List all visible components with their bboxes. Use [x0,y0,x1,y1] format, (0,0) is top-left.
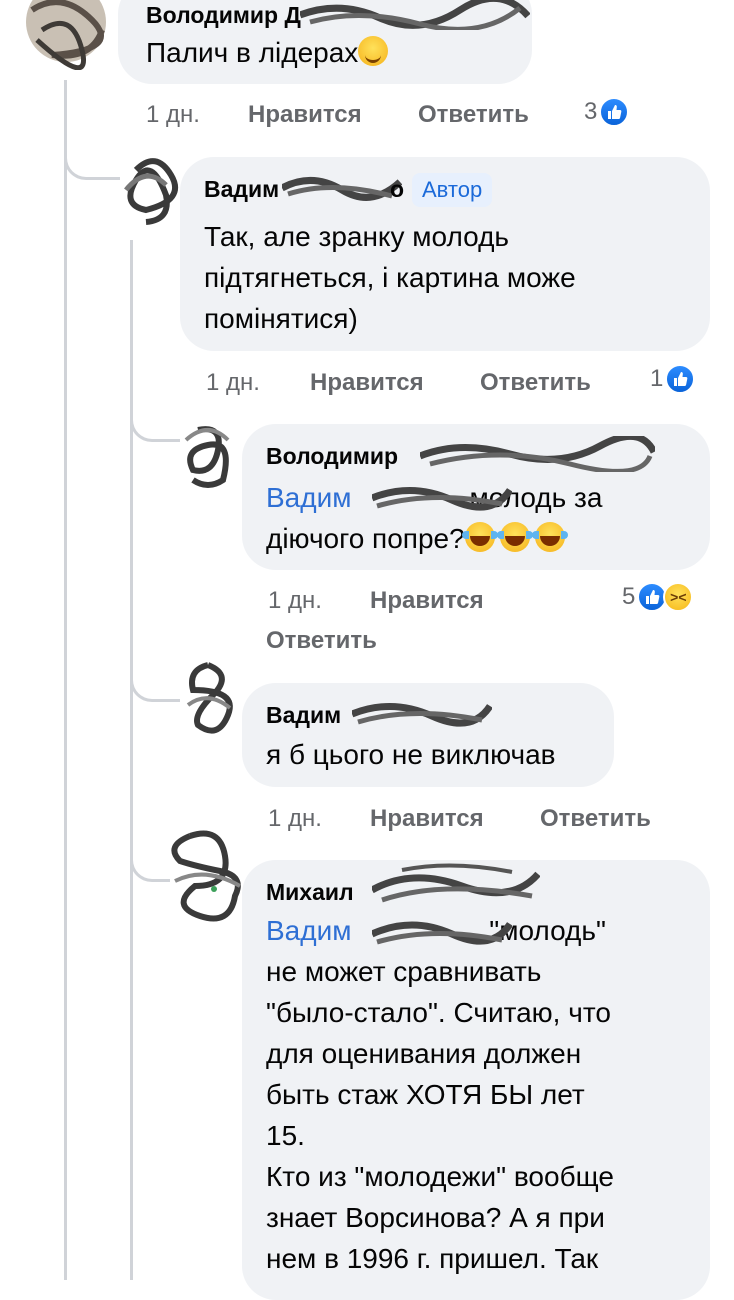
haha-reaction-icon: >< [663,582,694,612]
reaction-count: 1 [650,365,664,392]
avatar[interactable] [22,0,112,70]
comment-author[interactable]: Вадим [204,176,279,203]
like-reaction-icon [665,364,696,394]
comment-author[interactable]: Володимир [266,443,398,470]
redaction-scribble [282,176,402,201]
redaction-scribble [372,921,512,945]
reaction-count: 3 [584,98,598,125]
comment-time[interactable]: 1 дн. [146,101,200,129]
comment-author[interactable]: Михаил [266,879,354,906]
like-button[interactable]: Нравится [248,101,362,129]
author-badge: Автор [412,173,493,207]
avatar[interactable] [116,150,186,230]
reply-button[interactable]: Ответить [480,369,591,397]
redaction-scribble [372,863,540,903]
like-button[interactable]: Нравится [370,805,484,833]
comment-author[interactable]: Володимир Д [146,2,301,29]
comment-text: Палич в лідерах [146,32,389,73]
reaction-count: 5 [622,583,636,610]
tears-of-joy-icon [496,522,533,552]
reply-button[interactable]: Ответить [418,101,529,129]
thread-branch [130,400,180,442]
avatar[interactable] [160,826,248,926]
comment-time[interactable]: 1 дн. [268,805,322,833]
reply-button[interactable]: Ответить [540,805,651,833]
redaction-scribble [300,0,530,30]
redaction-scribble [372,487,512,511]
winking-face-icon [358,36,389,66]
like-button[interactable]: Нравится [370,587,484,615]
reaction-summary[interactable]: 1 [650,364,696,394]
mention-link[interactable]: Вадим [266,482,351,513]
comment-text: Так, але зранку молодь підтягнеться, і к… [204,221,576,334]
comment-text: Вадим ,"молодь" не может сравнивать "было… [266,915,614,1274]
mention-link[interactable]: Вадим [266,915,351,946]
comment-author-suffix: о [390,176,405,202]
avatar[interactable] [178,660,240,744]
thread-branch [130,660,180,702]
tears-of-joy-icon [531,522,568,552]
comment-time[interactable]: 1 дн. [268,587,322,615]
reaction-summary[interactable]: 5 >< [622,582,694,612]
comment-text: я б цього не виключав [266,739,556,770]
reply-button[interactable]: Ответить [266,627,377,655]
reaction-summary[interactable]: 3 [584,97,630,127]
thread-line [64,80,67,1280]
thread-line [130,240,133,1280]
avatar[interactable] [178,420,238,492]
tears-of-joy-icon [461,522,498,552]
redaction-scribble [420,436,655,472]
like-reaction-icon [599,97,630,127]
thread-branch [64,140,120,180]
comment-time[interactable]: 1 дн. [206,369,260,397]
comment-author[interactable]: Вадим [266,702,341,729]
redaction-scribble [352,703,492,727]
like-button[interactable]: Нравится [310,369,424,397]
